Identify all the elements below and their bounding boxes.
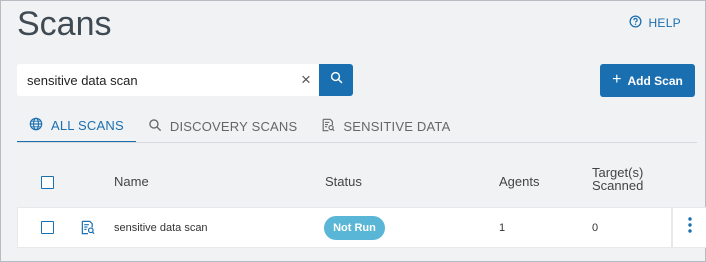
document-search-icon [321, 118, 335, 135]
tab-divider [17, 142, 697, 143]
tab-discovery-scans[interactable]: DISCOVERY SCANS [136, 109, 310, 143]
column-header-status[interactable]: Status [325, 174, 362, 189]
tab-all-scans[interactable]: ALL SCANS [17, 109, 136, 143]
help-link[interactable]: HELP [629, 15, 681, 31]
add-scan-button[interactable]: + Add Scan [600, 64, 695, 97]
row-actions-button[interactable] [672, 207, 706, 248]
help-icon [629, 15, 642, 31]
more-vertical-icon [688, 217, 692, 238]
help-label: HELP [648, 16, 681, 30]
select-all-checkbox[interactable] [41, 176, 54, 189]
add-scan-label: Add Scan [627, 73, 683, 88]
table-header: Name Status Agents Target(s) Scanned [17, 163, 706, 203]
tab-label: SENSITIVE DATA [343, 118, 451, 134]
search-input-value[interactable]: sensitive data scan [17, 73, 293, 88]
plus-icon: + [612, 70, 622, 88]
status-badge: Not Run [324, 216, 385, 240]
tab-label: ALL SCANS [51, 117, 124, 133]
column-header-name[interactable]: Name [114, 174, 149, 189]
globe-icon [29, 117, 43, 134]
scan-tabs: ALL SCANS DISCOVERY SCANS SENSITIVE DATA [17, 109, 462, 143]
search-icon [330, 71, 343, 89]
clear-icon[interactable]: × [293, 70, 319, 90]
search-button[interactable] [319, 64, 353, 96]
scan-name[interactable]: sensitive data scan [114, 222, 208, 234]
document-search-icon [80, 220, 95, 235]
search-icon [148, 118, 162, 135]
page-title: Scans [17, 5, 112, 43]
search-input[interactable]: sensitive data scan × [17, 64, 319, 96]
column-header-target-line2: Scanned [592, 178, 644, 193]
tab-sensitive-data[interactable]: SENSITIVE DATA [309, 109, 462, 143]
targets-scanned-count: 0 [592, 222, 599, 234]
column-header-agents[interactable]: Agents [499, 174, 539, 189]
agents-count: 1 [499, 222, 506, 234]
row-checkbox[interactable] [41, 221, 54, 234]
column-header-target-scanned[interactable]: Target(s) Scanned [592, 166, 643, 192]
table-row[interactable]: sensitive data scan Not Run 1 0 [17, 207, 672, 248]
tab-label: DISCOVERY SCANS [169, 118, 298, 134]
